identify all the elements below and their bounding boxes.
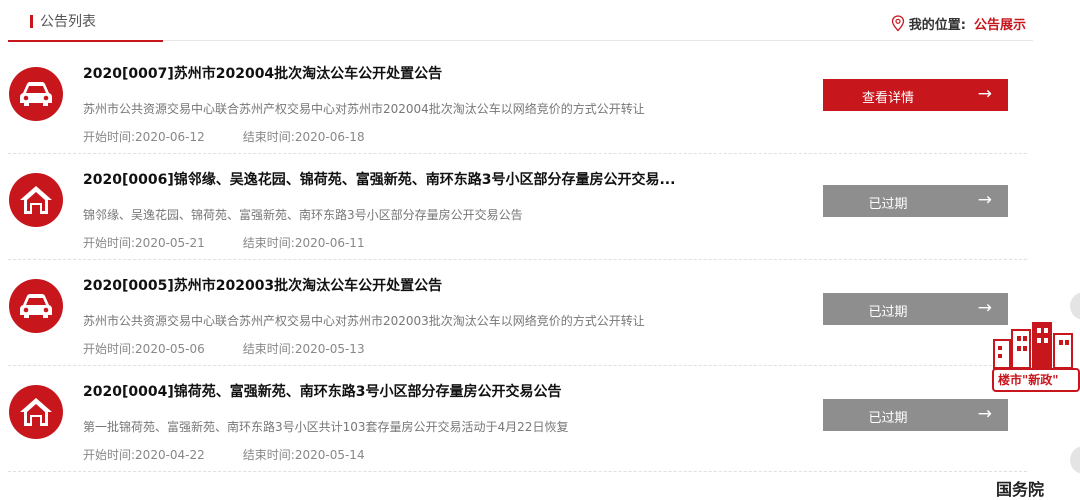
- location-pin-icon: [891, 15, 904, 32]
- city-buildings-icon: [993, 322, 1073, 369]
- expired-button[interactable]: 已过期 →: [823, 399, 1008, 431]
- list-item: 2020[0005]苏州市202003批次淘汰公车公开处置公告 苏州市公共资源交…: [0, 260, 1030, 366]
- promo-banner-state-council[interactable]: 国务院: [996, 476, 1044, 500]
- start-time: 开始时间:2020-04-22: [83, 448, 205, 462]
- end-time: 结束时间:2020-06-11: [242, 236, 365, 250]
- item-description: 锦邻缘、吴逸花园、锦荷苑、富强新苑、南环东路3号小区部分存量房公开交易公告: [83, 208, 523, 222]
- start-time: 开始时间:2020-06-12: [83, 130, 205, 144]
- promo-banner-policy[interactable]: 楼市"新政": [992, 318, 1080, 396]
- item-title[interactable]: 2020[0004]锦荷苑、富强新苑、南环东路3号小区部分存量房公开交易公告: [83, 381, 561, 401]
- arrow-right-icon: →: [977, 84, 992, 104]
- end-time: 结束时间:2020-05-13: [242, 342, 365, 356]
- item-description: 苏州市公共资源交易中心联合苏州产权交易中心对苏州市202003批次淘汰公车以网络…: [83, 314, 645, 328]
- item-description: 苏州市公共资源交易中心联合苏州产权交易中心对苏州市202004批次淘汰公车以网络…: [83, 102, 645, 116]
- start-time: 开始时间:2020-05-06: [83, 342, 205, 356]
- end-time: 结束时间:2020-06-18: [242, 130, 365, 144]
- house-icon: [9, 385, 63, 439]
- tab-marker: [30, 15, 33, 28]
- item-dates: 开始时间:2020-06-12 结束时间:2020-06-18: [83, 128, 365, 145]
- item-title[interactable]: 2020[0005]苏州市202003批次淘汰公车公开处置公告: [83, 275, 442, 295]
- promo-label: 楼市"新政": [992, 368, 1080, 392]
- button-label: 已过期: [868, 411, 908, 426]
- breadcrumb-label: 我的位置:: [908, 18, 966, 33]
- list-item: 2020[0004]锦荷苑、富强新苑、南环东路3号小区部分存量房公开交易公告 第…: [0, 366, 1030, 472]
- view-details-button[interactable]: 查看详情 →: [823, 79, 1008, 111]
- expired-button[interactable]: 已过期 →: [823, 293, 1008, 325]
- car-icon: [9, 67, 63, 121]
- arrow-right-icon: →: [977, 404, 992, 424]
- scroll-circle-button[interactable]: [1070, 446, 1080, 474]
- item-description: 第一批锦荷苑、富强新苑、南环东路3号小区共计103套存量房公开交易活动于4月22…: [83, 420, 569, 434]
- breadcrumb-current[interactable]: 公告展示: [974, 14, 1026, 33]
- list-item: 2020[0006]锦邻缘、吴逸花园、锦荷苑、富强新苑、南环东路3号小区部分存量…: [0, 154, 1030, 260]
- divider: [8, 471, 1027, 472]
- end-time: 结束时间:2020-05-14: [242, 448, 365, 462]
- item-title[interactable]: 2020[0006]锦邻缘、吴逸花园、锦荷苑、富强新苑、南环东路3号小区部分存量…: [83, 169, 675, 189]
- house-icon: [9, 173, 63, 227]
- button-label: 已过期: [868, 197, 908, 212]
- expired-button[interactable]: 已过期 →: [823, 185, 1008, 217]
- button-label: 查看详情: [861, 91, 914, 106]
- tab-announcement-list[interactable]: 公告列表: [8, 0, 163, 42]
- car-icon: [9, 279, 63, 333]
- item-dates: 开始时间:2020-04-22 结束时间:2020-05-14: [83, 446, 365, 463]
- list-item: 2020[0007]苏州市202004批次淘汰公车公开处置公告 苏州市公共资源交…: [0, 48, 1030, 154]
- arrow-right-icon: →: [977, 190, 992, 210]
- item-title[interactable]: 2020[0007]苏州市202004批次淘汰公车公开处置公告: [83, 63, 442, 83]
- arrow-right-icon: →: [977, 298, 992, 318]
- divider: [163, 40, 1033, 41]
- page-header: 公告列表 我的位置: 公告展示: [0, 0, 1080, 42]
- start-time: 开始时间:2020-05-21: [83, 236, 205, 250]
- item-dates: 开始时间:2020-05-06 结束时间:2020-05-13: [83, 340, 365, 357]
- item-dates: 开始时间:2020-05-21 结束时间:2020-06-11: [83, 234, 365, 251]
- scroll-circle-button[interactable]: [1070, 292, 1080, 320]
- button-label: 已过期: [868, 305, 908, 320]
- breadcrumb: 我的位置: 公告展示: [891, 14, 1026, 33]
- tab-label: 公告列表: [40, 14, 96, 30]
